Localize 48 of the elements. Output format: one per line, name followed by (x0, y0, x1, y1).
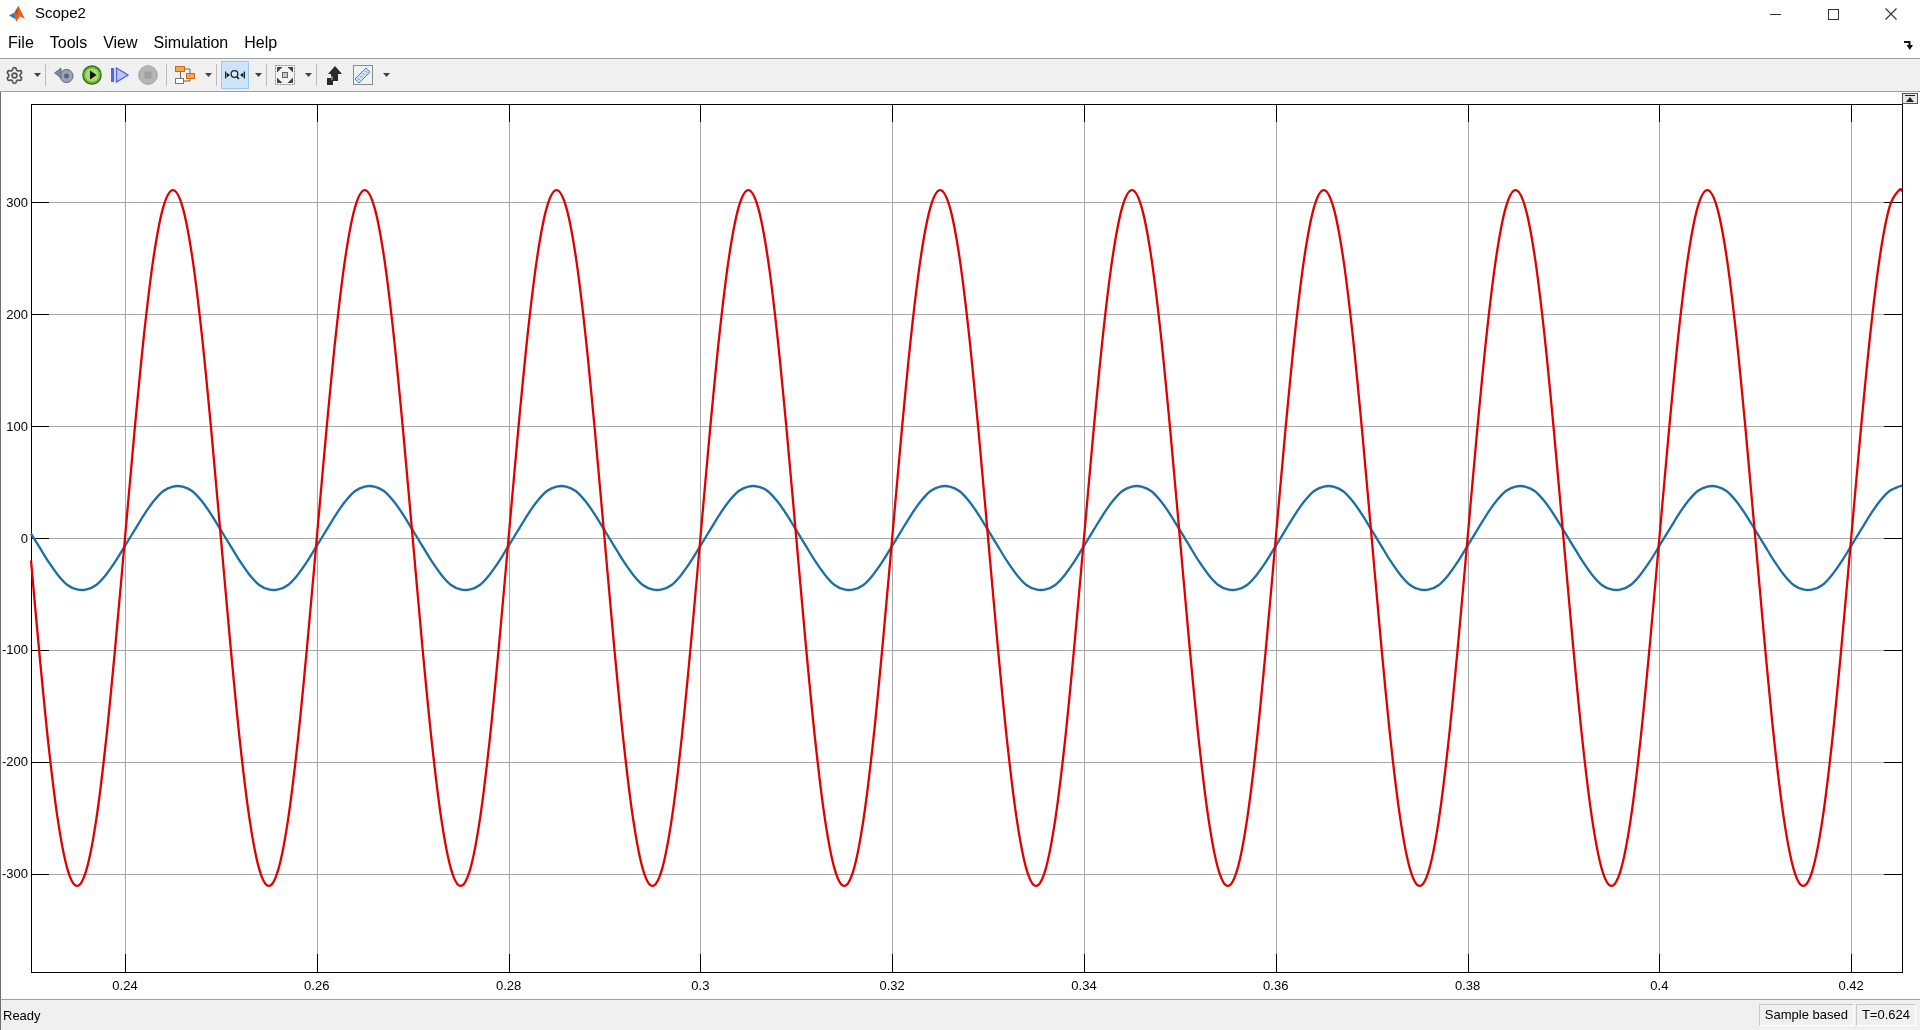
tick-label: 100 (6, 418, 28, 434)
caret-icon[interactable] (34, 73, 41, 77)
menu-item[interactable]: Help (236, 35, 286, 51)
step-forward-icon (110, 65, 130, 85)
menu-item[interactable]: File (0, 35, 42, 51)
caret-icon[interactable] (305, 73, 312, 77)
tick-label: 0.28 (495, 978, 522, 993)
tick-label: 300 (6, 194, 28, 210)
block-diagram-icon (175, 65, 195, 85)
zoom-button[interactable] (221, 61, 249, 89)
tick-label: 0.3 (691, 978, 710, 993)
status-text: Ready (2, 1008, 41, 1022)
stop-icon (138, 65, 158, 85)
caret-icon[interactable] (205, 73, 212, 77)
tick-label: 0.42 (1838, 978, 1864, 993)
tick-label: 200 (6, 306, 28, 322)
tick-label: 0.32 (879, 978, 905, 993)
tick-label: 0.36 (1263, 978, 1289, 993)
minimize-icon (1769, 13, 1781, 15)
stairs-arrow-icon (325, 65, 345, 85)
menu-item[interactable]: Tools (41, 35, 96, 51)
gear-icon (4, 65, 24, 85)
panel-toggle-button[interactable] (1902, 93, 1918, 104)
up-arrow-icon (1905, 95, 1915, 102)
arrow-icon[interactable] (1904, 40, 1914, 50)
close-icon (1885, 8, 1897, 20)
tick-label: 0 (20, 530, 28, 546)
status-field: T=0.624 (1855, 1004, 1916, 1026)
tick-label: -300 (1, 866, 28, 882)
tick-label: 0.26 (304, 978, 330, 993)
status-field: Sample based (1758, 1004, 1854, 1026)
maximize-icon (1827, 8, 1839, 20)
tick-label: -200 (1, 754, 28, 770)
menu-item[interactable]: View (95, 35, 146, 51)
play-icon (82, 65, 102, 85)
caret-icon[interactable] (255, 73, 262, 77)
tick-label: 0.24 (112, 978, 138, 993)
window-title: Scope2 (35, 4, 86, 20)
tick-label: -100 (1, 642, 28, 658)
tick-label: 0.38 (1454, 978, 1481, 993)
tick-label: 0.34 (1071, 978, 1097, 993)
step-back-icon (54, 65, 74, 85)
app-icon (9, 6, 25, 22)
caret-icon[interactable] (383, 73, 390, 77)
tick-label: 0.4 (1650, 978, 1669, 993)
menu-item[interactable]: Simulation (145, 35, 237, 51)
fit-view-icon (275, 65, 295, 85)
ruler-icon (353, 65, 373, 85)
